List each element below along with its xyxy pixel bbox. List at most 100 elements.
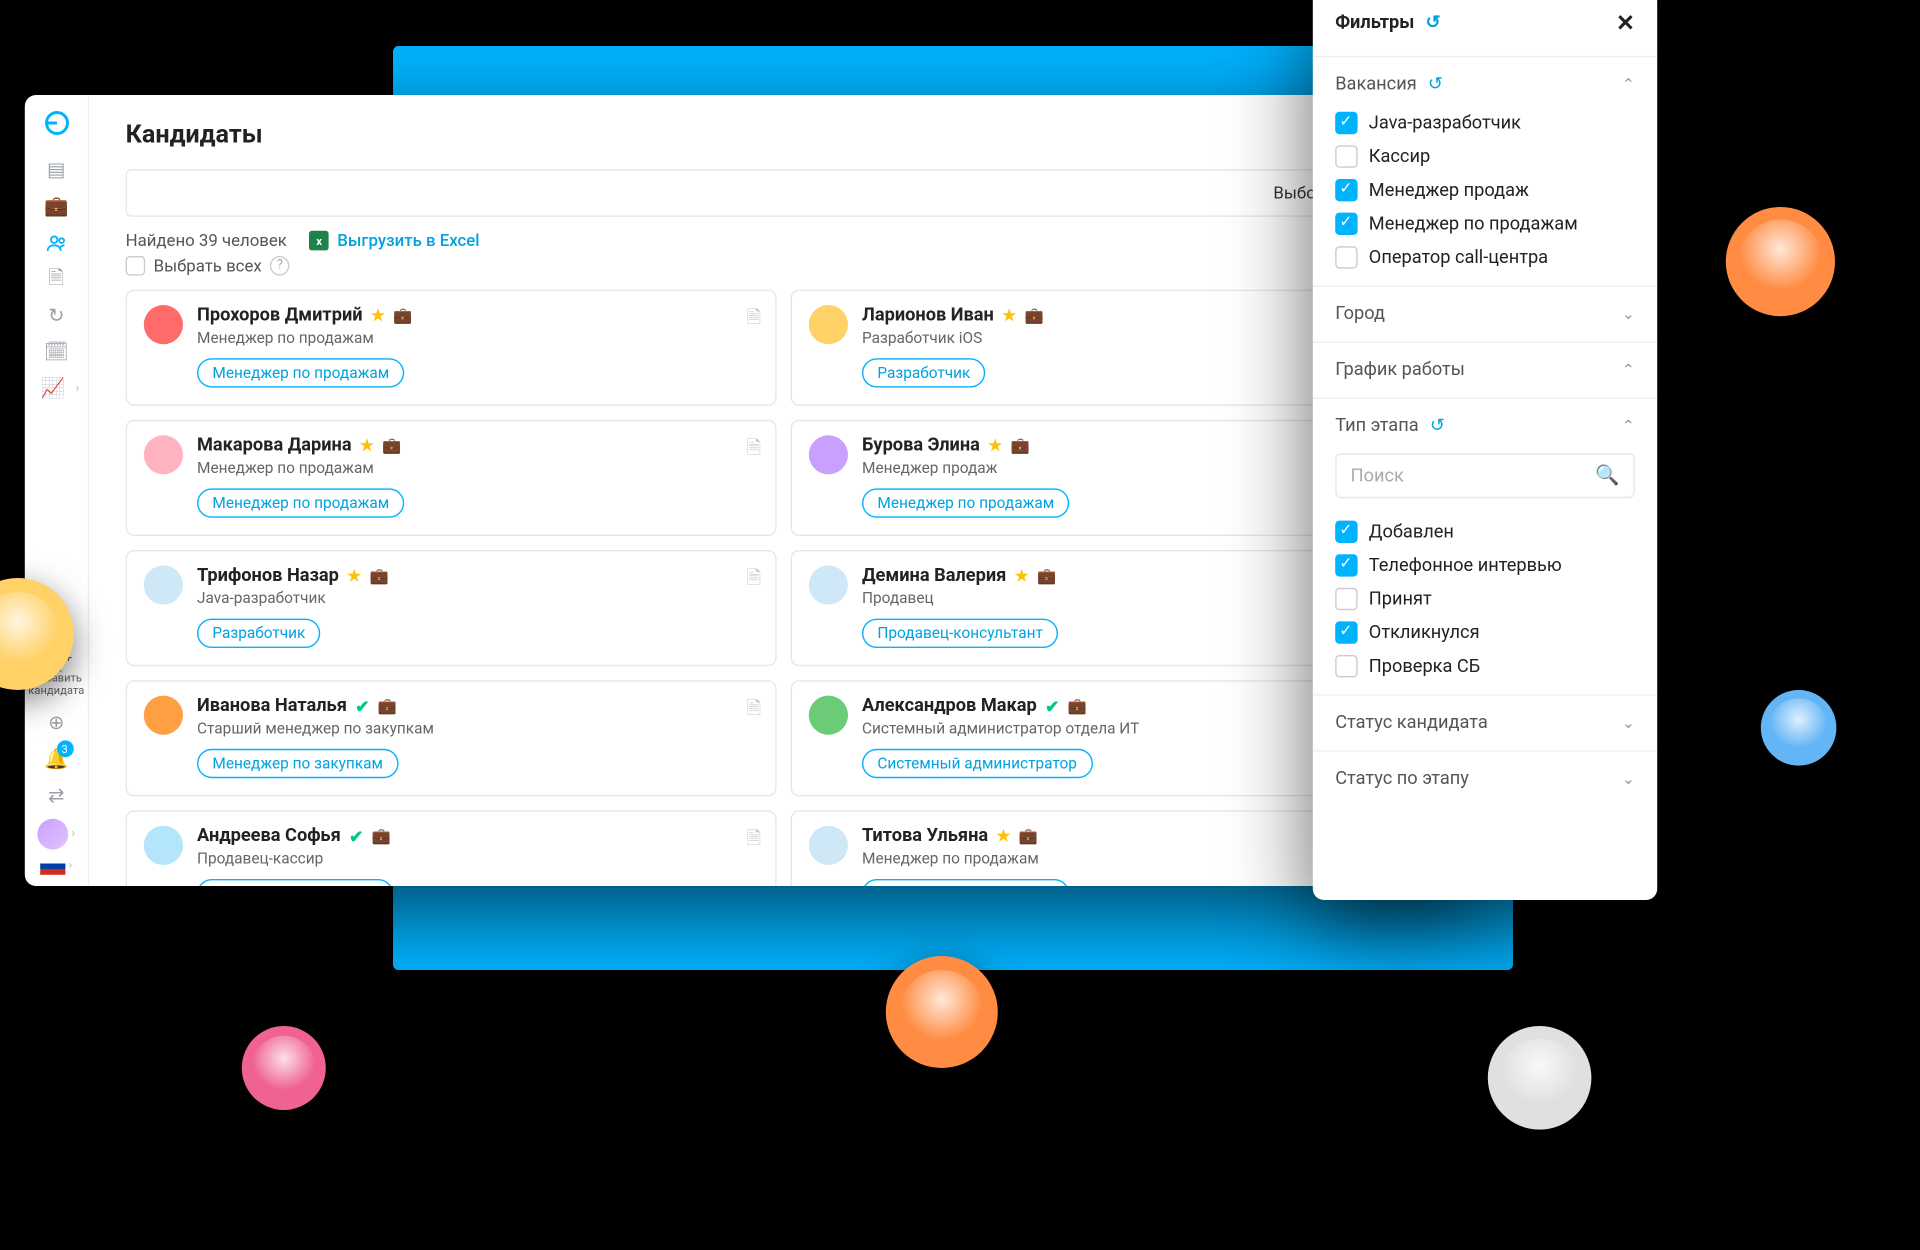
- nav-documents-icon[interactable]: ▤: [37, 156, 76, 184]
- chevron-down-icon: ⌄: [1622, 305, 1635, 323]
- briefcase-icon: 💼: [370, 566, 389, 584]
- filter-option[interactable]: Добавлен: [1335, 520, 1635, 542]
- reset-section-icon[interactable]: ↺: [1428, 74, 1443, 95]
- filter-option[interactable]: Проверка СБ: [1335, 655, 1635, 677]
- filter-section-city: Город ⌄: [1313, 286, 1657, 342]
- checkbox[interactable]: [1335, 554, 1357, 576]
- filter-option-label: Менеджер продаж: [1369, 179, 1529, 200]
- filter-section-header[interactable]: Вакансия ↺ ⌃: [1313, 57, 1657, 112]
- nav-refresh-icon[interactable]: ↻: [37, 302, 76, 330]
- checkbox[interactable]: [1335, 179, 1357, 201]
- notifications-button[interactable]: 🔔3: [37, 746, 76, 774]
- decorative-avatar: [1488, 1026, 1592, 1130]
- candidate-tag[interactable]: Менеджер по продажам: [862, 488, 1070, 517]
- candidate-tag[interactable]: Менеджер по продажам: [197, 488, 405, 517]
- reset-section-icon[interactable]: ↺: [1430, 415, 1445, 436]
- checkbox[interactable]: [1335, 145, 1357, 167]
- app-logo[interactable]: [42, 109, 70, 137]
- candidate-name: Макарова Дарина ★ 💼: [197, 435, 758, 456]
- filter-option[interactable]: Принят: [1335, 587, 1635, 609]
- candidate-tag[interactable]: Менеджер по закупкам: [197, 748, 398, 777]
- checkbox[interactable]: [1335, 655, 1357, 677]
- chevron-up-icon: ⌃: [1622, 75, 1635, 93]
- briefcase-icon: 💼: [378, 697, 397, 715]
- sidebar: ▤ 💼 🗎 ↻ 🗓 📈 › 👤⁺ Добавить кандидата ⊕ 🔔3…: [25, 95, 89, 886]
- candidate-tag[interactable]: Разработчик: [862, 358, 986, 387]
- candidates-grid: 🗎 Прохоров Дмитрий ★ 💼 Менеджер по прода…: [126, 289, 1442, 885]
- star-icon: ★: [1002, 306, 1016, 324]
- checkbox[interactable]: [1335, 212, 1357, 234]
- checkbox[interactable]: [1335, 587, 1357, 609]
- filter-section-schedule: График работы ⌃: [1313, 342, 1657, 398]
- filter-option[interactable]: Java-разработчик: [1335, 111, 1635, 133]
- decorative-avatar: [1761, 690, 1837, 766]
- document-icon[interactable]: 🗎: [747, 435, 762, 466]
- briefcase-icon: 💼: [393, 306, 412, 324]
- language-flag-ru[interactable]: [40, 858, 65, 875]
- filter-option[interactable]: Менеджер по продажам: [1335, 212, 1635, 234]
- checkbox[interactable]: [1335, 621, 1357, 643]
- filter-section-header[interactable]: Статус кандидата ⌄: [1313, 695, 1657, 750]
- briefcase-icon: 💼: [1019, 827, 1038, 845]
- checkbox[interactable]: [1335, 520, 1357, 542]
- candidate-card[interactable]: 🗎 Прохоров Дмитрий ★ 💼 Менеджер по прода…: [126, 289, 777, 405]
- candidate-name: Андреева Софья ✔ 💼: [197, 825, 758, 846]
- star-icon: ★: [997, 827, 1011, 845]
- stage-search-input[interactable]: Поиск 🔍: [1335, 453, 1635, 498]
- document-icon[interactable]: 🗎: [747, 305, 762, 336]
- checkbox[interactable]: [1335, 246, 1357, 268]
- filter-option[interactable]: Оператор call-центра: [1335, 246, 1635, 268]
- filter-section-header[interactable]: Город ⌄: [1313, 286, 1657, 341]
- filter-option[interactable]: Телефонное интервью: [1335, 554, 1635, 576]
- candidate-tag[interactable]: Системный администратор: [862, 748, 1092, 777]
- info-icon[interactable]: ?: [270, 256, 290, 276]
- user-avatar[interactable]: [38, 818, 69, 849]
- filter-section-header[interactable]: График работы ⌃: [1313, 342, 1657, 397]
- chevron-down-icon: ⌄: [1622, 713, 1635, 731]
- candidate-avatar: [809, 565, 848, 604]
- candidate-tag[interactable]: Менеджер по продажам: [197, 358, 405, 387]
- candidate-avatar: [809, 435, 848, 474]
- candidate-tag[interactable]: Продавец консультант: [197, 879, 393, 886]
- candidate-tag[interactable]: Менеджер по продажам: [862, 879, 1070, 886]
- document-icon[interactable]: 🗎: [747, 825, 762, 856]
- candidate-role: Продавец-кассир: [197, 849, 758, 867]
- filter-panel: Фильтры ↺ ✕ Вакансия ↺ ⌃ Java-разработчи…: [1313, 0, 1657, 900]
- filter-section-header[interactable]: Статус по этапу ⌄: [1313, 751, 1657, 806]
- candidate-tag[interactable]: Разработчик: [197, 618, 321, 647]
- candidate-name: Прохоров Дмитрий ★ 💼: [197, 305, 758, 326]
- close-icon[interactable]: ✕: [1616, 9, 1635, 36]
- filter-option[interactable]: Кассир: [1335, 145, 1635, 167]
- document-icon[interactable]: 🗎: [747, 565, 762, 596]
- filter-option-label: Менеджер по продажам: [1369, 213, 1578, 234]
- nav-file-icon[interactable]: 🗎: [37, 265, 76, 293]
- candidate-tag[interactable]: Продавец-консультант: [862, 618, 1058, 647]
- nav-candidates-icon[interactable]: [37, 229, 76, 257]
- reset-filters-icon[interactable]: ↺: [1426, 12, 1441, 33]
- candidate-card[interactable]: 🗎 Андреева Софья ✔ 💼 Продавец-кассир Про…: [126, 810, 777, 886]
- add-button[interactable]: ⊕: [37, 709, 76, 737]
- export-excel-link[interactable]: x Выгрузить в Excel: [309, 230, 479, 250]
- filter-option[interactable]: Менеджер продаж: [1335, 179, 1635, 201]
- candidate-card[interactable]: 🗎 Иванова Наталья ✔ 💼 Старший менеджер п…: [126, 680, 777, 796]
- chevron-up-icon: ⌃: [1622, 417, 1635, 435]
- document-icon[interactable]: 🗎: [747, 695, 762, 726]
- filter-option-label: Добавлен: [1369, 521, 1454, 542]
- filter-bar[interactable]: Выбор⌄ Выбор⌄: [126, 169, 1442, 217]
- candidate-card[interactable]: 🗎 Макарова Дарина ★ 💼 Менеджер по продаж…: [126, 419, 777, 535]
- candidate-avatar: [144, 305, 183, 344]
- swap-icon[interactable]: ⇄: [37, 782, 76, 810]
- nav-briefcase-icon[interactable]: 💼: [37, 193, 76, 221]
- checkbox[interactable]: [1335, 111, 1357, 133]
- briefcase-icon: 💼: [1011, 436, 1030, 454]
- select-all-checkbox[interactable]: [126, 256, 146, 276]
- nav-chart-icon[interactable]: 📈: [33, 375, 72, 403]
- candidate-card[interactable]: 🗎 Трифонов Назар ★ 💼 Java-разработчик Ра…: [126, 550, 777, 666]
- filter-option[interactable]: Откликнулся: [1335, 621, 1635, 643]
- filter-title: Фильтры ↺: [1335, 12, 1441, 33]
- chevron-right-icon: ›: [75, 382, 79, 396]
- nav-calendar-icon[interactable]: 🗓: [37, 338, 76, 366]
- filter-section-header[interactable]: Тип этапа ↺ ⌃: [1313, 398, 1657, 453]
- search-icon: 🔍: [1595, 464, 1619, 486]
- candidate-role: Менеджер по продажам: [197, 459, 758, 477]
